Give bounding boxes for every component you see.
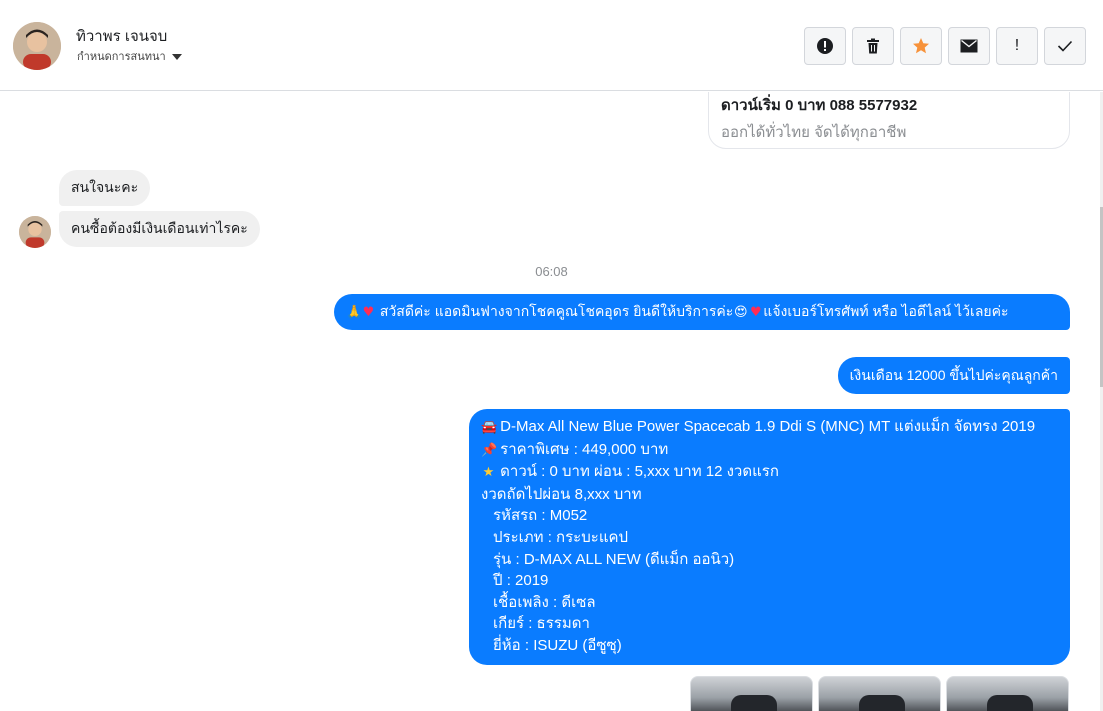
outgoing-message[interactable]: เงินเดือน 12000 ขึ้นไปค่ะคุณลูกค้า — [837, 357, 1070, 394]
star-button[interactable] — [900, 27, 942, 65]
car-photo[interactable] — [946, 676, 1069, 711]
car-listing-message[interactable]: 🚘 D-Max All New Blue Power Spacecab 1.9 … — [469, 409, 1070, 665]
mark-important-button[interactable]: ! — [996, 27, 1038, 65]
car-icon: 🚘 — [481, 420, 498, 435]
message-thread[interactable]: ดาวน์เริ่ม 0 บาท 088 5577932 ออกได้ทั่วไ… — [0, 92, 1103, 711]
listing-title: D-Max All New Blue Power Spacecab 1.9 Dd… — [500, 418, 1036, 435]
message-timestamp: 06:08 — [535, 264, 568, 279]
message-text: สวัสดีค่ะ แอดมินฟางจากโชคคูณโชคอุดร ยินด… — [379, 303, 734, 319]
incoming-message[interactable]: คนซื้อต้องมีเงินเดือนเท่าไรคะ — [59, 211, 260, 247]
check-icon — [1057, 40, 1073, 52]
car-silhouette — [859, 695, 905, 711]
exclamation-circle-icon — [817, 38, 833, 54]
exclamation-icon: ! — [1014, 37, 1020, 54]
report-button[interactable] — [804, 27, 846, 65]
message-text: แจ้งเบอร์โทรศัพท์ หรือ ไอดีไลน์ ไว้เลยค่… — [763, 303, 1009, 319]
ad-card-line-1: ดาวน์เริ่ม 0 บาท 088 5577932 — [721, 97, 918, 114]
outgoing-message[interactable]: 🙏♥ สวัสดีค่ะ แอดมินฟางจากโชคคูณโชคอุดร ย… — [334, 294, 1070, 330]
car-silhouette — [731, 695, 777, 711]
schedule-label: กำหนดการสนทนา — [77, 51, 166, 63]
listing-gear: เกียร์ : ธรรมดา — [493, 615, 590, 633]
listing-fuel: เชื้อเพลิง : ดีเซล — [493, 593, 596, 611]
pin-icon: 📌 — [481, 442, 498, 458]
listing-type: ประเภท : กระบะแคป — [493, 528, 629, 546]
star-icon: ★ — [482, 465, 495, 481]
conversation-header: ทิวาพร เจนจบ กำหนดการสนทนา ! — [0, 0, 1103, 91]
done-button[interactable] — [1044, 27, 1086, 65]
header-actions: ! — [804, 27, 1086, 65]
car-silhouette — [987, 695, 1033, 711]
heart-icon: ♥ — [749, 305, 762, 320]
incoming-message[interactable]: สนใจนะคะ — [59, 170, 151, 206]
car-photo[interactable] — [690, 676, 813, 711]
mail-button[interactable] — [948, 27, 990, 65]
trash-icon — [867, 38, 879, 54]
contact-name[interactable]: ทิวาพร เจนจบ — [76, 24, 167, 48]
smiling-face-icon: 😍 — [734, 305, 748, 320]
ad-card[interactable]: ดาวน์เริ่ม 0 บาท 088 5577932 ออกได้ทั่วไ… — [708, 92, 1070, 149]
envelope-icon — [960, 39, 978, 53]
conversation-schedule-dropdown[interactable]: กำหนดการสนทนา — [77, 47, 182, 65]
listing-brand: ยี่ห้อ : ISUZU (อีซูซุ) — [493, 636, 622, 654]
listing-down: ดาวน์ : 0 บาท ผ่อน : 5,xxx บาท 12 งวดแรก — [500, 463, 779, 481]
listing-code: รหัสรถ : M052 — [493, 507, 588, 525]
sender-avatar — [19, 216, 51, 248]
delete-button[interactable] — [852, 27, 894, 65]
photo-attachments — [690, 676, 1069, 711]
caret-down-icon — [171, 53, 182, 60]
listing-model: รุ่น : D-MAX ALL NEW (ดีแม็ก ออนิว) — [493, 550, 735, 568]
contact-avatar[interactable] — [13, 22, 61, 70]
listing-year: ปี : 2019 — [493, 572, 549, 590]
listing-price: ราคาพิเศษ : 449,000 บาท — [500, 440, 669, 458]
folded-hands-icon: 🙏 — [346, 305, 363, 320]
star-icon — [913, 38, 929, 54]
listing-next: งวดถัดไปผ่อน 8,xxx บาท — [481, 485, 642, 503]
heart-icon: ♥ — [362, 305, 375, 320]
ad-card-line-2: ออกได้ทั่วไทย จัดได้ทุกอาชีพ — [721, 124, 907, 141]
car-photo[interactable] — [818, 676, 941, 711]
